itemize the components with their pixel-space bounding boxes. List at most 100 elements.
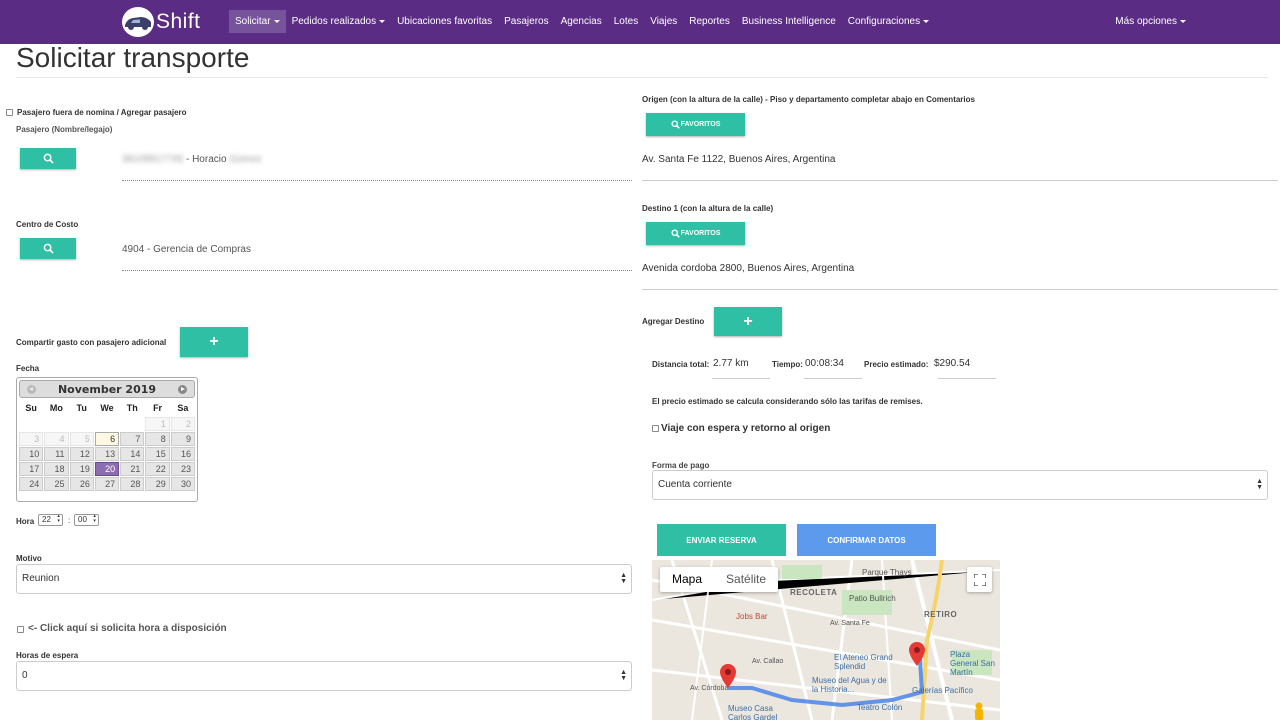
nav-pedidos-realizados[interactable]: Pedidos realizados [286, 10, 392, 33]
calendar-day[interactable]: 29 [145, 477, 170, 491]
search-centro-costo-button[interactable] [20, 238, 76, 259]
distancia-value: 2.77 km [713, 358, 749, 369]
calendar-day[interactable]: 28 [120, 477, 145, 491]
map-type-control: Mapa Satélite [660, 567, 779, 592]
calendar-day[interactable]: 8 [145, 432, 170, 446]
brand-logo[interactable]: Shift [122, 5, 201, 39]
agregar-destino-button[interactable]: + [714, 307, 782, 336]
hora-hour-select[interactable]: 22 [38, 514, 63, 526]
precio-value: $290.54 [934, 358, 971, 369]
map-label-museo-del-agua: Museo del Agua y de la Historia... [812, 676, 887, 694]
calendar-day[interactable]: 16 [170, 447, 195, 461]
nav-business-intelligence[interactable]: Business Intelligence [736, 10, 842, 33]
calendar-day[interactable]: 12 [69, 447, 94, 461]
origen-marker-icon[interactable] [908, 642, 926, 666]
calendar-dow: Su [25, 403, 37, 413]
pasajero-fuera-checkbox[interactable] [6, 109, 13, 116]
calendar-day[interactable]: 23 [170, 462, 195, 476]
tiempo-label: Tiempo: [772, 360, 803, 369]
calendar-day[interactable]: 30 [170, 477, 195, 491]
car-logo-icon [122, 7, 154, 37]
calendar-day: 5 [69, 432, 94, 446]
espera-retorno-checkbox[interactable] [652, 425, 659, 432]
nav-agencias[interactable]: Agencias [555, 10, 608, 33]
calendar-day[interactable]: 13 [94, 447, 120, 461]
calendar-day[interactable]: 22 [145, 462, 170, 476]
destino-marker-icon[interactable] [719, 664, 737, 688]
prev-month-icon[interactable] [27, 385, 36, 394]
map-tab-satelite[interactable]: Satélite [714, 567, 778, 592]
map-label-parque-thays: Parque Thays [862, 568, 912, 577]
calendar-day[interactable]: 17 [19, 462, 44, 476]
nav-pasajeros[interactable]: Pasajeros [498, 10, 554, 33]
calendar-dow: Sa [177, 403, 189, 413]
calendar-day[interactable]: 20 [94, 462, 120, 476]
calendar-day[interactable]: 19 [69, 462, 94, 476]
calendar-day[interactable]: 11 [44, 447, 69, 461]
nav-mas-opciones[interactable]: Más opciones [1115, 10, 1186, 33]
tiempo-value: 00:08:34 [805, 358, 844, 369]
calendar-day[interactable]: 21 [120, 462, 145, 476]
centro-costo-value: 4904 - Gerencia de Compras [122, 244, 251, 255]
destino-favoritos-button[interactable]: FAVORITOS [646, 222, 745, 245]
calendar-day[interactable]: 10 [19, 447, 44, 461]
horas-espera-select[interactable]: 0 ▲ ▼ [16, 661, 632, 691]
calendar-day[interactable]: 24 [19, 477, 44, 491]
calendar-month: November 2019 [57, 383, 157, 396]
calendar-day[interactable]: 14 [120, 447, 145, 461]
precio-underline [938, 378, 996, 379]
tiempo-underline [804, 378, 862, 379]
map-label-el-ateneo: El Ateneo Grand Splendid [834, 653, 893, 671]
nav-ubicaciones-favoritas[interactable]: Ubicaciones favoritas [391, 10, 498, 33]
calendar-day[interactable]: 7 [120, 432, 145, 446]
next-month-icon[interactable] [178, 385, 187, 394]
nav-solicitar[interactable]: Solicitar [229, 10, 286, 33]
hora-minute-select[interactable]: 00 [74, 514, 99, 526]
destino-value[interactable]: Avenida cordoba 2800, Buenos Aires, Arge… [642, 263, 854, 274]
calendar-day[interactable]: 26 [69, 477, 94, 491]
calendar-day: 1 [145, 417, 170, 431]
calendar-day[interactable]: 18 [44, 462, 69, 476]
origen-favoritos-button[interactable]: FAVORITOS [646, 113, 745, 136]
nav-reportes[interactable]: Reportes [683, 10, 736, 33]
nav-configuraciones[interactable]: Configuraciones [842, 10, 935, 33]
map-label-teatro-colon: Teatro Colón [857, 703, 903, 712]
pasajero-underline [122, 180, 632, 181]
horas-espera-value: 0 [22, 670, 28, 681]
calendar-dow: We [100, 403, 114, 413]
forma-pago-select[interactable]: Cuenta corriente ▲ ▼ [652, 470, 1268, 500]
agregar-destino-label: Agregar Destino [642, 317, 705, 326]
select-arrows-icon: ▲ ▼ [620, 669, 627, 682]
calendar-day[interactable]: 6 [94, 432, 120, 446]
map-label-retiro: RETIRO [924, 610, 958, 619]
disposicion-checkbox[interactable] [17, 626, 24, 633]
calendar-day[interactable]: 25 [44, 477, 69, 491]
confirmar-datos-button[interactable]: CONFIRMAR DATOS [797, 524, 936, 556]
destino-label: Destino 1 (con la altura de la calle) [642, 204, 774, 213]
calendar-day[interactable]: 15 [145, 447, 170, 461]
pegman-icon[interactable] [972, 702, 986, 720]
enviar-reserva-button[interactable]: ENVIAR RESERVA [657, 524, 786, 556]
nav-lotes[interactable]: Lotes [608, 10, 644, 33]
search-icon [43, 243, 54, 254]
hora-label: Hora [16, 517, 35, 526]
distancia-underline [712, 378, 770, 379]
fullscreen-button[interactable] [967, 567, 992, 592]
nav-viajes[interactable]: Viajes [644, 10, 683, 33]
route-map[interactable]: Parque Thays RECOLETA Patio Bullrich RET… [652, 560, 1000, 720]
search-pasajero-button[interactable] [20, 148, 76, 169]
origen-value[interactable]: Av. Santa Fe 1122, Buenos Aires, Argenti… [642, 154, 835, 165]
centro-costo-label: Centro de Costo [16, 220, 79, 229]
caret-down-icon [379, 19, 386, 23]
search-icon [43, 153, 54, 164]
fullscreen-icon [973, 573, 986, 586]
espera-retorno-label: Viaje con espera y retorno al origen [661, 423, 831, 434]
add-pasajero-adicional-button[interactable]: + [180, 327, 248, 357]
map-label-av-santa-fe: Av. Santa Fe [830, 620, 870, 627]
calendar-day[interactable]: 27 [94, 477, 120, 491]
forma-pago-value: Cuenta corriente [658, 479, 732, 490]
forma-pago-label: Forma de pago [652, 461, 710, 470]
calendar-day[interactable]: 9 [170, 432, 195, 446]
map-tab-mapa[interactable]: Mapa [660, 567, 714, 592]
motivo-select[interactable]: Reunion ▲ ▼ [16, 564, 632, 594]
